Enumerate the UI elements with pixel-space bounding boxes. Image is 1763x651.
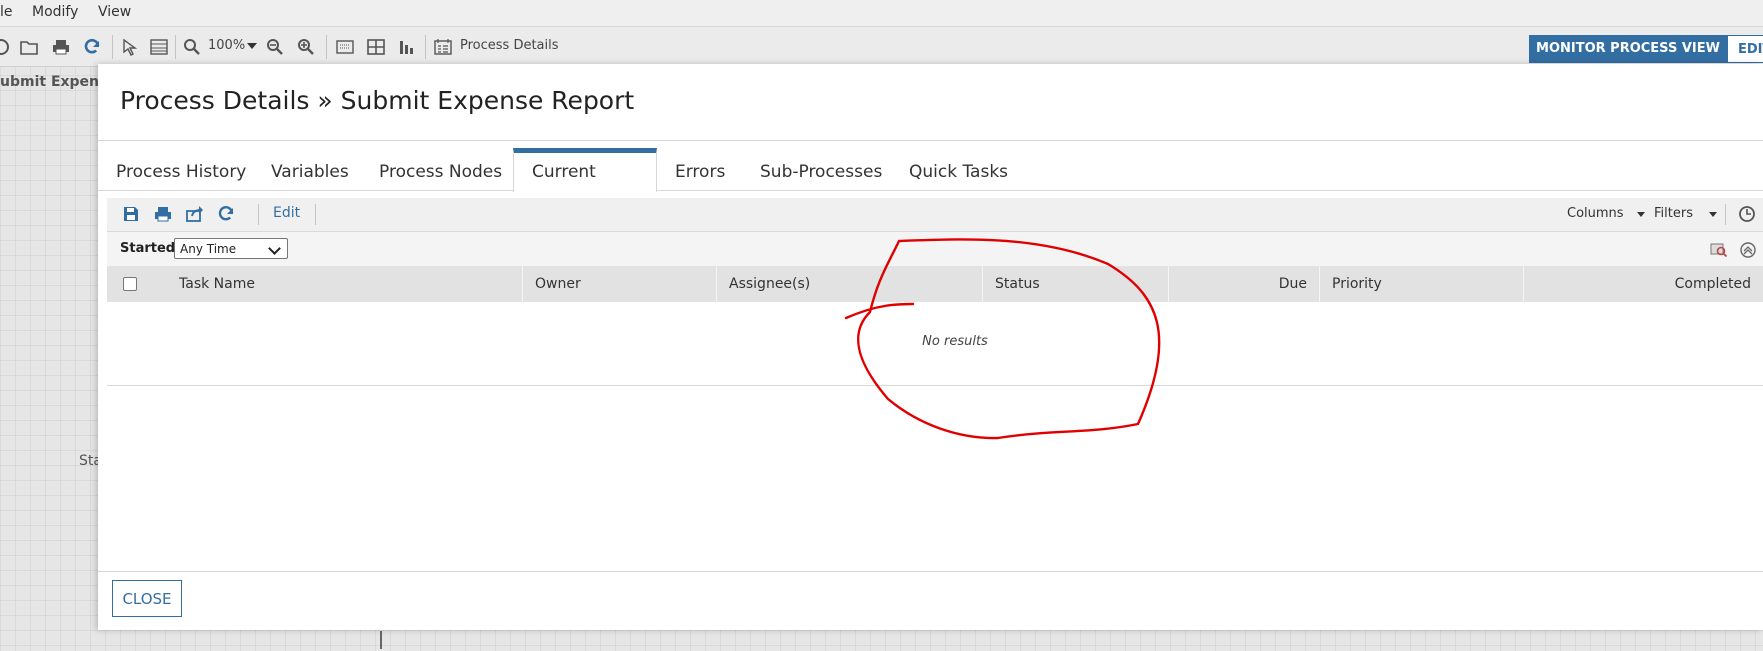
zoom-level[interactable]: 100% — [208, 38, 245, 53]
select-arrow-icon[interactable] — [121, 38, 139, 56]
canvas-connector — [380, 631, 382, 649]
grid-icon[interactable] — [367, 38, 385, 56]
footer-divider — [98, 571, 1763, 572]
close-button[interactable]: CLOSE — [112, 580, 182, 617]
process-details-label[interactable]: Process Details — [460, 38, 559, 53]
process-details-icon[interactable] — [434, 38, 452, 56]
zoom-icon[interactable] — [183, 38, 201, 56]
toolbar-divider — [425, 35, 426, 59]
grid-dots-icon[interactable] — [336, 38, 354, 56]
new-icon[interactable] — [0, 38, 10, 56]
monitor-process-view-button[interactable]: MONITOR PROCESS VIEW — [1529, 35, 1727, 63]
process-details-dialog: Process Details » Submit Expense Report … — [98, 64, 1763, 630]
zoom-dropdown-icon[interactable] — [247, 43, 257, 49]
open-folder-icon[interactable] — [20, 38, 38, 56]
annotation-circle — [844, 238, 1161, 440]
refresh-icon[interactable] — [83, 38, 101, 56]
menu-file[interactable]: le — [0, 4, 13, 20]
menu-modify[interactable]: Modify — [32, 4, 78, 20]
print-icon[interactable] — [52, 38, 70, 56]
main-toolbar: 100% Process Details — [0, 27, 1763, 67]
bar-chart-icon[interactable] — [398, 38, 416, 56]
toolbar-divider — [112, 35, 113, 59]
menu-view[interactable]: View — [98, 4, 131, 20]
toolbar-divider — [326, 35, 327, 59]
toolbar-divider — [175, 35, 176, 59]
zoom-out-icon[interactable] — [266, 38, 284, 56]
zoom-in-icon[interactable] — [297, 38, 315, 56]
menu-bar: le Modify View — [0, 0, 1763, 27]
list-view-icon[interactable] — [150, 38, 168, 56]
edit-view-button[interactable]: EDIT — [1727, 35, 1763, 63]
